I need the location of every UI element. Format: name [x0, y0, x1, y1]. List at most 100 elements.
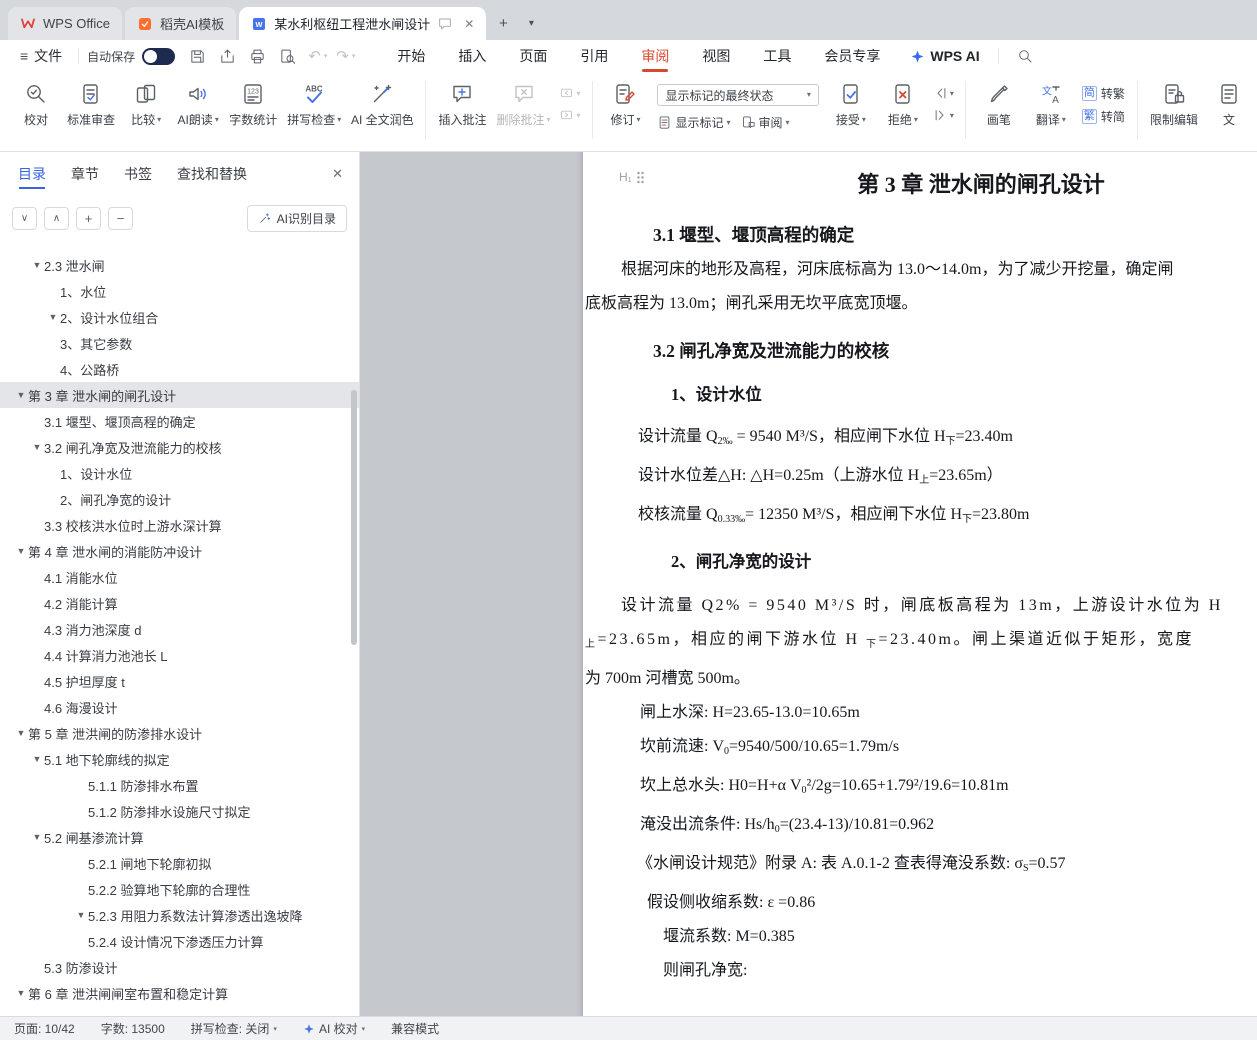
toc-item-1[interactable]: 1、水位: [0, 278, 359, 304]
ribbon-button-12[interactable]: 修订▾: [601, 77, 649, 128]
toc-item-25[interactable]: ▼5.2.3 用阻力系数法计算渗透出逸坡降: [0, 902, 359, 928]
expand-triangle-icon[interactable]: ▼: [14, 728, 28, 738]
toc-item-0[interactable]: ▼2.3 泄水闸: [0, 252, 359, 278]
toc-item-19[interactable]: ▼5.1 地下轮廓线的拟定: [0, 746, 359, 772]
toc-item-16[interactable]: 4.5 护坦厚度 t: [0, 668, 359, 694]
ribbon-button-18[interactable]: 画笔: [975, 77, 1023, 128]
toc-item-3[interactable]: 3、其它参数: [0, 330, 359, 356]
toc-item-15[interactable]: 4.4 计算消力池池长 L: [0, 642, 359, 668]
toc-item-13[interactable]: 4.2 消能计算: [0, 590, 359, 616]
status-item-0[interactable]: 页面: 10/42: [14, 1020, 75, 1037]
toc-item-26[interactable]: 5.2.4 设计情况下渗透压力计算: [0, 928, 359, 954]
toc-item-10[interactable]: 3.3 校核洪水位时上游水深计算: [0, 512, 359, 538]
document-tab[interactable]: W 某水利枢纽工程泄水闸设计 ✕: [239, 7, 486, 40]
ribbon-button-22[interactable]: 限制编辑: [1147, 77, 1201, 128]
expand-triangle-icon[interactable]: ▼: [30, 260, 44, 270]
undo-chevron-icon[interactable]: ▾: [324, 52, 328, 60]
ribbon-button-6[interactable]: AI 全文润色: [348, 77, 416, 128]
search-icon[interactable]: [1017, 48, 1033, 64]
ribbon-button-23[interactable]: 文: [1205, 77, 1253, 128]
prev-comment-button[interactable]: ▾: [559, 86, 580, 101]
toc-item-20[interactable]: 5.1.1 防渗排水布置: [0, 772, 359, 798]
app-tab-docer-templates[interactable]: 稻壳AI模板: [125, 7, 236, 40]
ribbon-button-0[interactable]: 校对: [12, 77, 60, 128]
toc-item-8[interactable]: 1、设计水位: [0, 460, 359, 486]
expand-triangle-icon[interactable]: ▼: [30, 442, 44, 452]
menubar-item-4[interactable]: 审阅: [641, 40, 669, 72]
zoom-in-button[interactable]: +: [76, 207, 101, 230]
toc-item-6[interactable]: 3.1 堰型、堰顶高程的确定: [0, 408, 359, 434]
document-page[interactable]: H₁ 第 3 章 泄水闸的闸孔设计3.1 堰型、堰顶高程的确定根据河床的地形及高…: [583, 152, 1257, 1016]
ribbon-button-15[interactable]: 拒绝▾: [879, 77, 927, 128]
toc-item-14[interactable]: 4.3 消力池深度 d: [0, 616, 359, 642]
expand-triangle-icon[interactable]: ▼: [74, 910, 88, 920]
expand-all-button[interactable]: ∧: [44, 207, 69, 230]
next-comment-button[interactable]: ▾: [559, 108, 580, 123]
status-item-1[interactable]: 字数: 13500: [101, 1020, 165, 1037]
file-menu-button[interactable]: ≡ 文件: [12, 46, 70, 66]
toc-item-27[interactable]: 5.3 防渗设计: [0, 954, 359, 980]
ribbon-button-5[interactable]: ABC拼写检查▾: [284, 77, 344, 128]
ribbon-button-3[interactable]: AI朗读▾: [174, 77, 222, 128]
print-preview-icon[interactable]: [279, 48, 296, 65]
toc-item-24[interactable]: 5.2.2 验算地下轮廓的合理性: [0, 876, 359, 902]
status-item-2[interactable]: 拼写检查: 关闭▾: [191, 1020, 277, 1037]
export-icon[interactable]: [219, 48, 236, 65]
menubar-item-5[interactable]: 视图: [702, 40, 730, 72]
sidebar-tab-3[interactable]: 查找和替换: [177, 152, 247, 196]
status-item-4[interactable]: 兼容模式: [391, 1020, 439, 1037]
app-tab-wps-office[interactable]: WPS Office: [8, 7, 122, 40]
review-pane-button[interactable]: 审阅▾: [741, 114, 790, 131]
new-tab-button[interactable]: +: [490, 10, 516, 36]
collapse-all-button[interactable]: ∨: [12, 207, 37, 230]
ribbon-button-2[interactable]: 比较▾: [122, 77, 170, 128]
toc-item-23[interactable]: 5.2.1 闸地下轮廓初拟: [0, 850, 359, 876]
simplified-to-traditional-button[interactable]: 简转繁: [1082, 85, 1125, 102]
status-item-3[interactable]: AI 校对▾: [303, 1020, 365, 1037]
redo-icon[interactable]: ↷: [336, 47, 349, 65]
menubar-item-2[interactable]: 页面: [519, 40, 547, 72]
autosave-toggle[interactable]: [142, 48, 175, 65]
sidebar-tab-1[interactable]: 章节: [71, 152, 99, 196]
ribbon-button-14[interactable]: 接受▾: [827, 77, 875, 128]
show-markup-state-select[interactable]: 显示标记的最终状态▾: [657, 84, 818, 106]
toc-item-21[interactable]: 5.1.2 防渗排水设施尺寸拟定: [0, 798, 359, 824]
ribbon-button-4[interactable]: 123字数统计: [226, 77, 280, 128]
wps-ai-button[interactable]: WPS AI: [910, 48, 979, 64]
toc-item-22[interactable]: ▼5.2 闸基渗流计算: [0, 824, 359, 850]
zoom-out-button[interactable]: −: [108, 207, 133, 230]
expand-triangle-icon[interactable]: ▼: [30, 754, 44, 764]
toc-scrollbar-thumb[interactable]: [351, 390, 357, 645]
toc-item-2[interactable]: ▼2、设计水位组合: [0, 304, 359, 330]
expand-triangle-icon[interactable]: ▼: [14, 390, 28, 400]
heading-drag-handle[interactable]: H₁: [619, 170, 645, 184]
menubar-item-3[interactable]: 引用: [580, 40, 608, 72]
show-marks-button[interactable]: 显示标记▾: [657, 114, 730, 131]
toc-item-5[interactable]: ▼第 3 章 泄水闸的闸孔设计: [0, 382, 359, 408]
toc-item-28[interactable]: ▼第 6 章 泄洪闸闸室布置和稳定计算: [0, 980, 359, 1006]
menubar-item-7[interactable]: 会员专享: [824, 40, 880, 72]
close-document-icon[interactable]: ✕: [464, 17, 474, 31]
comment-bubble-icon[interactable]: [437, 16, 453, 32]
expand-triangle-icon[interactable]: ▼: [14, 988, 28, 998]
toc-item-17[interactable]: 4.6 海漫设计: [0, 694, 359, 720]
menubar-item-0[interactable]: 开始: [397, 40, 425, 72]
menubar-item-6[interactable]: 工具: [763, 40, 791, 72]
undo-icon[interactable]: ↶: [308, 47, 321, 65]
ribbon-button-1[interactable]: 标准审查: [64, 77, 118, 128]
toc-item-12[interactable]: 4.1 消能水位: [0, 564, 359, 590]
sidebar-tab-0[interactable]: 目录: [18, 152, 46, 196]
ribbon-button-19[interactable]: 文A翻译▾: [1027, 77, 1075, 128]
print-icon[interactable]: [249, 48, 266, 65]
close-sidebar-icon[interactable]: ✕: [332, 166, 343, 182]
menubar-item-1[interactable]: 插入: [458, 40, 486, 72]
sidebar-tab-2[interactable]: 书签: [124, 152, 152, 196]
toc-item-9[interactable]: 2、闸孔净宽的设计: [0, 486, 359, 512]
next-change-button[interactable]: ▾: [933, 108, 954, 123]
save-icon[interactable]: [189, 48, 206, 65]
toc-item-18[interactable]: ▼第 5 章 泄洪闸的防渗排水设计: [0, 720, 359, 746]
toc-item-11[interactable]: ▼第 4 章 泄水闸的消能防冲设计: [0, 538, 359, 564]
expand-triangle-icon[interactable]: ▼: [46, 312, 60, 322]
toc-item-4[interactable]: 4、公路桥: [0, 356, 359, 382]
prev-change-button[interactable]: ▾: [933, 86, 954, 101]
